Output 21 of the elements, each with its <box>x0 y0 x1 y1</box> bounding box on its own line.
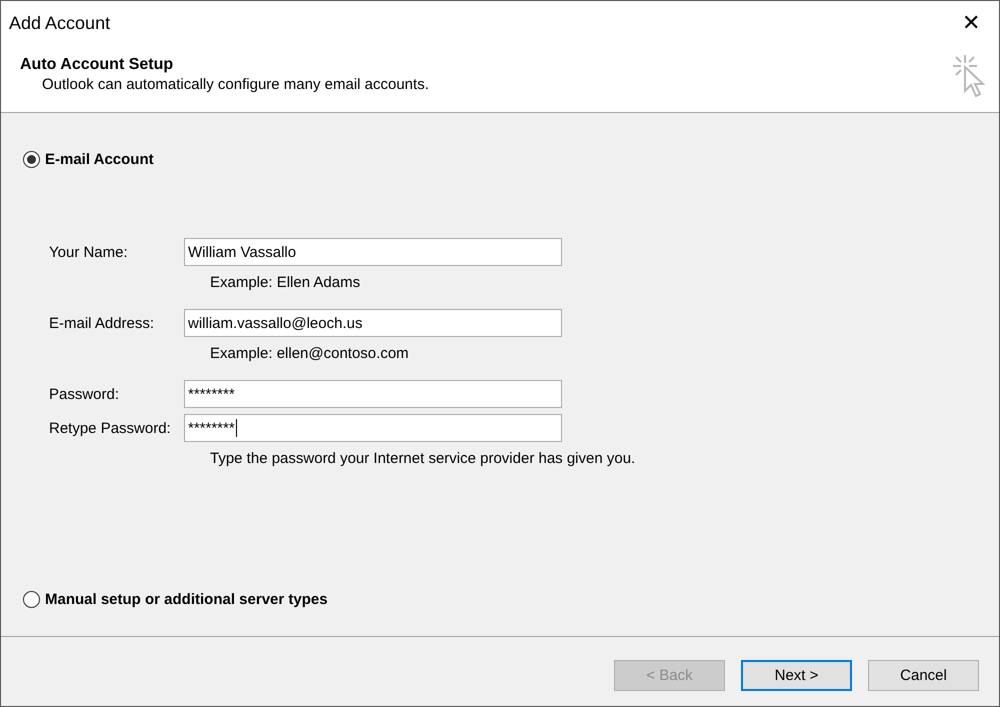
window-title: Add Account <box>9 12 110 34</box>
header-title: Auto Account Setup <box>20 56 174 74</box>
input-field[interactable]: ******** <box>184 380 562 408</box>
input-field[interactable]: william.vassallo@leoch.us <box>184 309 562 337</box>
input-field[interactable]: ******** <box>184 414 562 442</box>
field-hint: Type the password your Internet service provider has given you. <box>210 450 636 467</box>
radio-option[interactable]: Manual setup or additional server types <box>23 591 328 608</box>
field-hint: Example: ellen@contoso.com <box>210 345 410 362</box>
radio-dot[interactable] <box>23 151 40 168</box>
header-subtitle: Outlook can automatically configure many email accounts. <box>42 76 429 93</box>
field-label: Your Name: <box>49 244 129 260</box>
radio-dot[interactable] <box>23 591 40 608</box>
field-label: E-mail Address: <box>49 314 156 332</box>
input-field[interactable]: William Vassallo <box>184 238 562 266</box>
close-button[interactable]: ✕ <box>951 5 991 41</box>
field-label: Retype Password: <box>49 420 172 436</box>
radio-option[interactable]: E-mail Account <box>23 151 154 168</box>
dialog-button[interactable]: Next > <box>741 660 852 691</box>
field-hint: Example: Ellen Adams <box>210 274 362 291</box>
field-label: Password: <box>49 386 120 402</box>
dialog-button[interactable]: Cancel <box>868 660 979 691</box>
